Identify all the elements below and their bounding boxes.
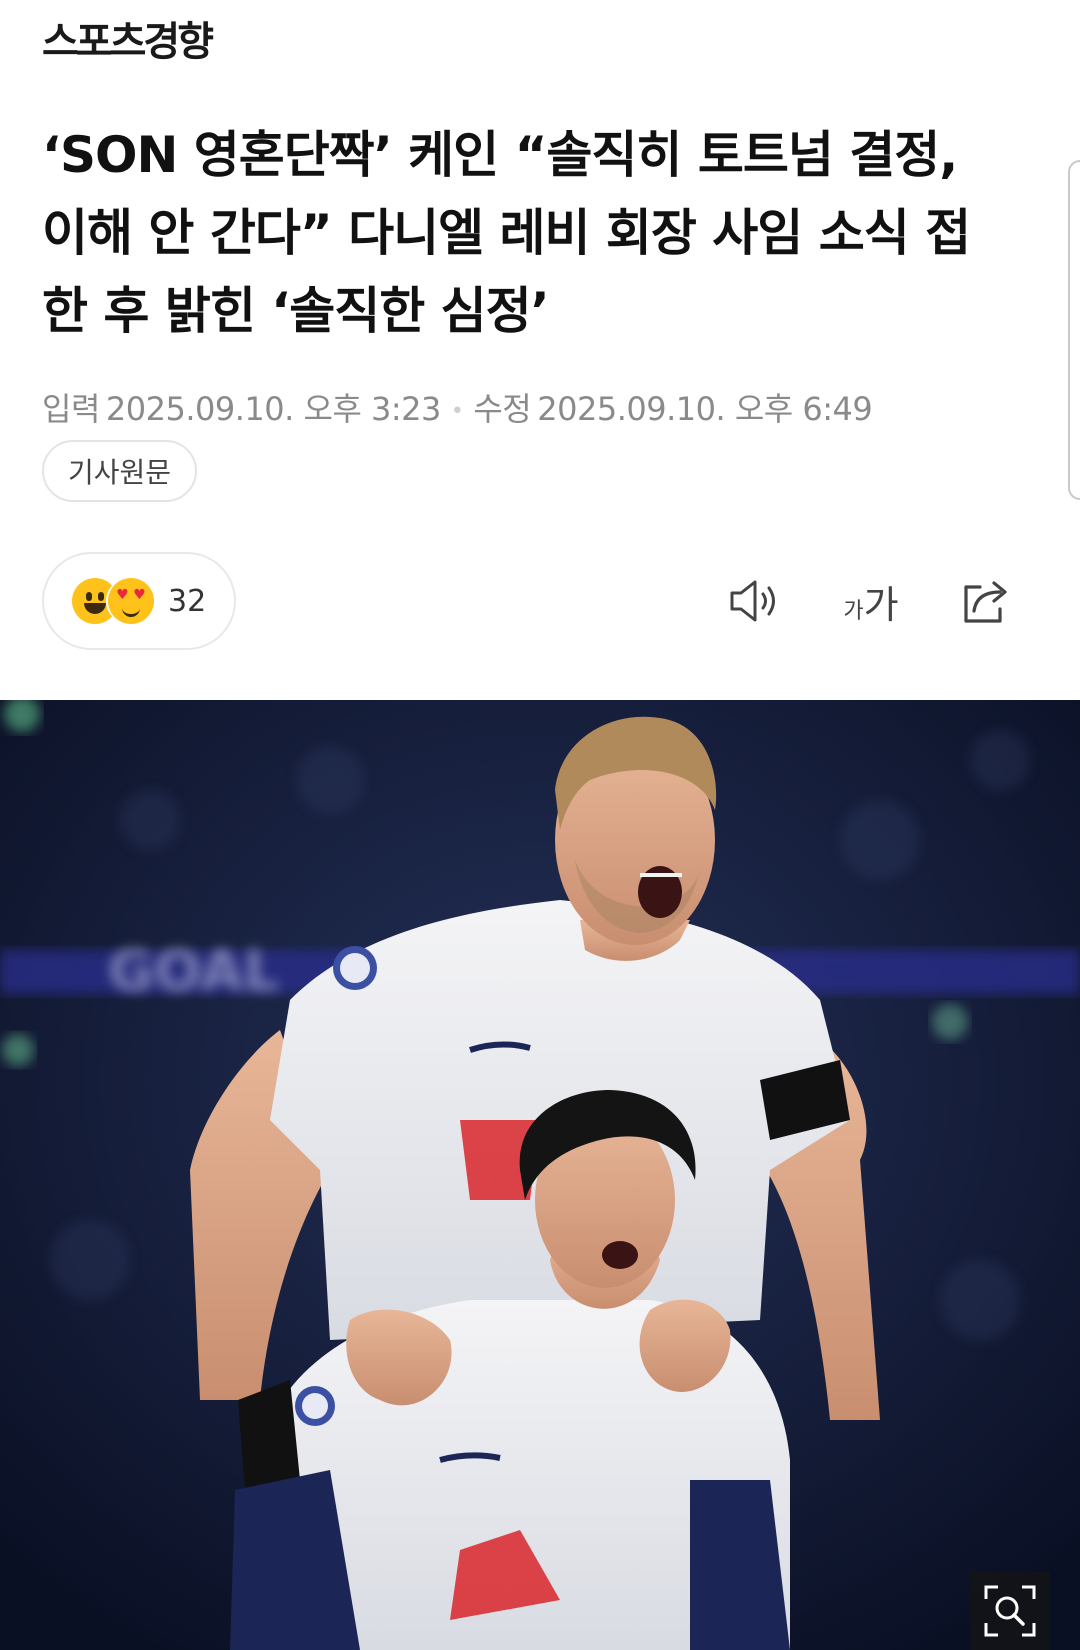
scroll-indicator[interactable] — [1068, 160, 1080, 500]
emoji-heart: ♥ — [116, 587, 129, 603]
share-icon — [964, 581, 1007, 623]
original-article-label: 기사원문 — [68, 456, 172, 489]
svg-text:GOAL: GOAL — [108, 939, 279, 1004]
share-button[interactable] — [956, 568, 1016, 634]
font-size-icon: 가가 — [843, 582, 899, 627]
players-celebrating-image: GOAL — [0, 700, 1080, 1650]
emoji-mouth — [84, 603, 106, 614]
photo-zoom-button[interactable] — [970, 1572, 1050, 1650]
text-to-speech-button[interactable] — [724, 568, 786, 634]
article-photo[interactable]: GOAL — [0, 700, 1080, 1650]
meta-separator: • — [450, 398, 464, 424]
emoji-heart: ♥ — [133, 587, 146, 603]
site-logo[interactable]: 스포츠경향 — [42, 22, 214, 62]
emoji-eye — [86, 592, 92, 601]
published-date: 2025.09.10. 오후 3:23 — [105, 390, 441, 428]
article-meta: 입력 2025.09.10. 오후 3:23 • 수정 2025.09.10. 오후 6… — [42, 384, 873, 430]
modified-label: 수정 — [473, 390, 532, 428]
article-title: ‘SON 영혼단짝’ 케인 “솔직히 토트넘 결정, 이해 안 간다” 다니엘 … — [42, 126, 971, 340]
emoji-smile — [122, 606, 140, 617]
original-article-button[interactable]: 기사원문 — [42, 440, 198, 502]
modified-date: 2025.09.10. 오후 6:49 — [537, 390, 873, 428]
font-size-button[interactable]: 가가 — [836, 568, 906, 634]
speaker-icon — [730, 580, 775, 622]
article-page: 스포츠경향 ‘SON 영혼단짝’ 케인 “솔직히 토트넘 결정, 이해 안 간다… — [0, 0, 1080, 1650]
zoom-icon — [984, 1585, 1036, 1637]
heart-eyes-face-icon: ♥ ♥ — [108, 578, 154, 624]
reaction-count: 32 — [168, 583, 207, 619]
reaction-button[interactable]: ♥ ♥ 32 — [42, 552, 236, 650]
published-label: 입력 — [42, 390, 100, 428]
emoji-eye — [98, 592, 104, 601]
